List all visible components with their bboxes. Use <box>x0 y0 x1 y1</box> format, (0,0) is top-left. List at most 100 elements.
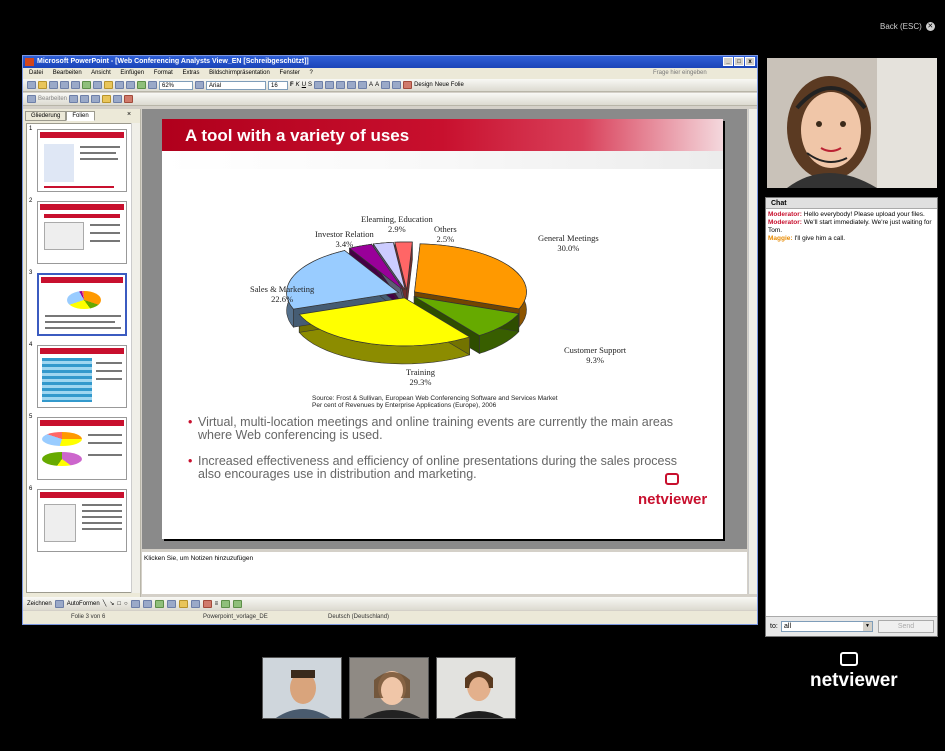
current-slide[interactable]: A tool with a variety of uses General Me… <box>162 119 723 539</box>
close-icon[interactable]: × <box>127 111 131 118</box>
underline-button[interactable]: U <box>302 82 306 88</box>
bullet-1: • Virtual, multi-location meetings and on… <box>188 415 674 442</box>
bullets-icon[interactable] <box>358 81 368 89</box>
clipart-icon[interactable] <box>154 599 164 608</box>
chart-icon[interactable] <box>137 81 146 89</box>
autoshapes-menu[interactable]: AutoFormen <box>67 601 100 607</box>
previous-icon[interactable] <box>69 95 79 103</box>
send-button[interactable]: Send <box>878 620 934 633</box>
paste-icon[interactable] <box>104 81 113 89</box>
align-right-icon[interactable] <box>336 81 346 89</box>
menu-datei[interactable]: Datei <box>29 70 43 76</box>
menu-extras[interactable]: Extras <box>182 70 199 76</box>
redo-icon[interactable] <box>126 81 135 89</box>
line-icon[interactable]: ╲ <box>103 600 107 607</box>
menu-help[interactable]: ? <box>310 70 313 76</box>
close-button[interactable]: x <box>745 57 755 66</box>
review-edit-button[interactable]: Bearbeiten <box>38 96 67 102</box>
oval-icon[interactable]: ○ <box>124 601 128 607</box>
picture-icon[interactable] <box>166 599 176 608</box>
save-icon[interactable] <box>49 81 58 89</box>
italic-button[interactable]: K <box>296 82 300 88</box>
markup-icon[interactable] <box>102 95 112 103</box>
participant-video-1[interactable] <box>262 657 342 719</box>
spellcheck-icon[interactable] <box>82 81 91 89</box>
notes-pane[interactable]: Klicken Sie, um Notizen hinzuzufügen <box>142 549 747 594</box>
undo-icon[interactable] <box>115 81 124 89</box>
reviewing-pane-icon[interactable] <box>113 95 123 103</box>
menu-bildschirmpraesentation[interactable]: Bildschirmpräsentation <box>209 70 270 76</box>
thumbnail-scrollbar[interactable] <box>131 123 140 593</box>
cut-icon[interactable] <box>93 81 102 89</box>
minimize-button[interactable]: _ <box>723 57 733 66</box>
font-color-icon[interactable] <box>403 81 413 89</box>
new-icon[interactable] <box>27 81 36 89</box>
decrease-font-button[interactable]: A <box>375 82 379 88</box>
textbox-icon[interactable] <box>130 599 140 608</box>
help-icon[interactable] <box>195 81 204 89</box>
slide-thumbnail-1[interactable] <box>37 129 127 192</box>
powerpoint-icon <box>25 58 34 66</box>
menu-fenster[interactable]: Fenster <box>280 70 300 76</box>
zoom-select[interactable]: 62% <box>159 80 193 90</box>
review-icon[interactable] <box>27 95 36 103</box>
open-icon[interactable] <box>38 81 47 89</box>
draw-menu[interactable]: Zeichnen <box>27 601 52 607</box>
line-style-icon[interactable]: ≡ <box>215 601 219 607</box>
ppt-menu-bar: Datei Bearbeiten Ansicht Einfügen Format… <box>23 68 757 79</box>
preview-icon[interactable] <box>71 81 80 89</box>
align-left-icon[interactable] <box>314 81 324 89</box>
print-icon[interactable] <box>60 81 69 89</box>
shadow-button[interactable]: S <box>308 82 312 88</box>
netviewer-session-window: Back (ESC) ✕ Microsoft PowerPoint - [Web… <box>0 0 945 751</box>
numbering-icon[interactable] <box>347 81 357 89</box>
align-center-icon[interactable] <box>325 81 335 89</box>
wordart-icon[interactable] <box>142 599 152 608</box>
status-bar: Folie 3 von 6 Powerpoint_vorlage_DE Deut… <box>23 611 757 624</box>
view-buttons[interactable]: ▤▦▼ <box>25 640 45 648</box>
next-icon[interactable] <box>80 95 90 103</box>
rectangle-icon[interactable]: □ <box>117 601 121 607</box>
participant-video-3[interactable] <box>436 657 516 719</box>
design-button[interactable]: Design <box>414 82 433 88</box>
maximize-button[interactable]: □ <box>734 57 744 66</box>
font-size-select[interactable]: 16 <box>268 80 288 90</box>
menu-bearbeiten[interactable]: Bearbeiten <box>53 70 82 76</box>
tab-gliederung[interactable]: Gliederung <box>25 111 67 121</box>
recipient-label: to: <box>770 623 778 630</box>
font-select[interactable]: Arial <box>206 80 266 90</box>
menu-format[interactable]: Format <box>154 70 173 76</box>
arrow-icon[interactable]: ↘ <box>109 600 114 607</box>
delete-comment-icon[interactable] <box>124 95 134 103</box>
font-color-icon-2[interactable] <box>202 599 212 608</box>
chat-input-area: to: all ▼ Send <box>766 616 937 636</box>
3d-icon[interactable] <box>233 599 243 608</box>
help-search-field[interactable]: Frage hier eingeben <box>653 68 707 79</box>
chevron-down-icon[interactable]: ▼ <box>863 622 872 631</box>
tab-folien[interactable]: Folien <box>66 111 95 121</box>
back-button[interactable]: Back (ESC) ✕ <box>880 22 935 31</box>
shadow-icon[interactable] <box>221 599 231 608</box>
line-color-icon[interactable] <box>190 599 200 608</box>
menu-ansicht[interactable]: Ansicht <box>91 70 111 76</box>
notes-scrollbar[interactable] <box>748 549 757 594</box>
comment-icon[interactable] <box>91 95 101 103</box>
slide-thumbnail-5[interactable] <box>37 417 127 480</box>
increase-font-button[interactable]: A <box>369 82 373 88</box>
label-general-meetings: General Meetings 30.0% <box>538 233 599 253</box>
slide-thumbnail-2[interactable] <box>37 201 127 264</box>
new-slide-button[interactable]: Neue Folie <box>435 82 464 88</box>
slide-scrollbar[interactable] <box>748 109 757 549</box>
participant-video-2[interactable] <box>349 657 429 719</box>
select-icon[interactable] <box>54 599 64 608</box>
slide-thumbnail-3[interactable] <box>37 273 127 336</box>
outdent-icon[interactable] <box>392 81 402 89</box>
slide-thumbnail-6[interactable] <box>37 489 127 552</box>
recipient-select[interactable]: all ▼ <box>781 621 873 632</box>
bold-button[interactable]: F <box>290 82 294 88</box>
slide-thumbnail-4[interactable] <box>37 345 127 408</box>
indent-icon[interactable] <box>381 81 391 89</box>
fill-color-icon[interactable] <box>178 599 188 608</box>
table-icon[interactable] <box>148 81 157 89</box>
menu-einfuegen[interactable]: Einfügen <box>120 70 144 76</box>
